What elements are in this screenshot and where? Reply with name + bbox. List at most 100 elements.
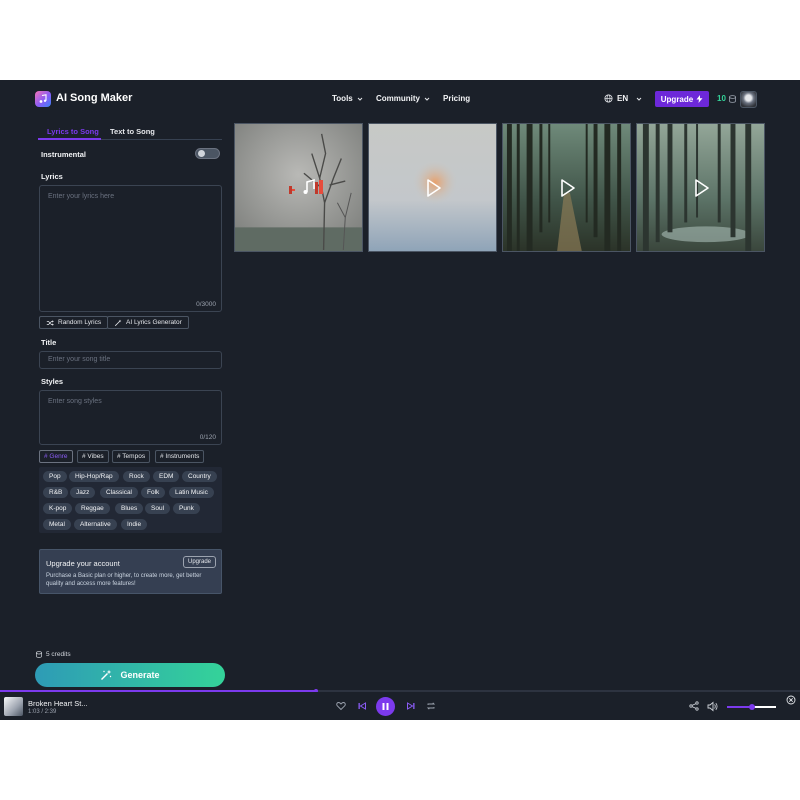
heart-icon[interactable] — [336, 701, 346, 711]
upsell-title: Upgrade your account — [46, 559, 120, 568]
generate-label: Generate — [120, 670, 160, 680]
nav-community[interactable]: Community — [376, 94, 430, 103]
equalizer-playing-icon — [288, 178, 323, 194]
logo-icon[interactable] — [35, 91, 51, 107]
language-label: EN — [617, 94, 629, 103]
style-tab-tempos[interactable]: # Tempos — [112, 450, 151, 463]
toggle-knob — [198, 150, 205, 157]
genre-chip[interactable]: Latin Music — [169, 487, 214, 498]
lyrics-input[interactable]: Enter your lyrics here 0/3000 — [39, 185, 222, 312]
volume-icon[interactable] — [707, 701, 718, 712]
styles-placeholder: Enter song styles — [48, 398, 102, 405]
style-tab-vibes[interactable]: # Vibes — [77, 450, 109, 463]
repeat-icon[interactable] — [426, 701, 436, 711]
style-tab-instruments[interactable]: # Instruments — [155, 450, 205, 463]
upgrade-account-card: Upgrade your account Upgrade Purchase a … — [39, 549, 222, 594]
nav-community-label: Community — [376, 94, 420, 103]
share-icon[interactable] — [689, 701, 699, 711]
previous-track-icon[interactable] — [357, 701, 367, 711]
upsell-description: Purchase a Basic plan or higher, to crea… — [46, 573, 202, 587]
nav-pricing-label: Pricing — [443, 94, 471, 103]
genre-chip[interactable]: Reggae — [75, 503, 110, 514]
nav-pricing[interactable]: Pricing — [443, 94, 470, 103]
genre-chip[interactable]: R&B — [43, 487, 69, 498]
tab-lyrics-to-song[interactable]: Lyrics to Song — [47, 127, 99, 136]
generate-button[interactable]: Generate — [35, 663, 225, 687]
brand-name[interactable]: AI Song Maker — [56, 92, 132, 104]
coins-icon — [36, 651, 42, 658]
song-thumbnail-forest-path[interactable] — [502, 123, 631, 252]
song-thumbnail-foggy-glow[interactable] — [368, 123, 497, 252]
chevron-down-icon — [357, 97, 363, 101]
chevron-down-icon — [424, 97, 430, 101]
nav-tools[interactable]: Tools — [332, 94, 363, 103]
title-placeholder: Enter your song title — [48, 356, 111, 363]
genre-chip[interactable]: Folk — [141, 487, 166, 498]
random-lyrics-button[interactable]: Random Lyrics — [39, 316, 109, 329]
bottom-player: Broken Heart St... 1:03 / 2:39 — [0, 692, 800, 720]
language-selector[interactable]: EN — [604, 94, 642, 103]
credits-counter[interactable]: 10 — [717, 94, 736, 103]
upsell-upgrade-button[interactable]: Upgrade — [183, 556, 216, 568]
genre-chip[interactable]: Blues — [115, 503, 144, 514]
genre-chip[interactable]: Indie — [121, 519, 148, 530]
shuffle-icon — [46, 319, 54, 326]
volume-slider[interactable] — [727, 704, 776, 710]
credits-count: 10 — [717, 94, 726, 103]
now-playing-title[interactable]: Broken Heart St... — [28, 699, 88, 708]
genre-chip[interactable]: Punk — [173, 503, 200, 514]
nav-tools-label: Tools — [332, 94, 353, 103]
ai-lyrics-label: AI Lyrics Generator — [126, 319, 182, 326]
random-lyrics-label: Random Lyrics — [58, 319, 102, 326]
play-icon — [694, 178, 709, 197]
volume-slider-fill — [727, 706, 752, 708]
title-input[interactable]: Enter your song title — [39, 351, 222, 369]
genre-chip[interactable]: Pop — [43, 471, 67, 482]
genre-chip[interactable]: Hip-Hop/Rap — [69, 471, 119, 482]
genre-chip[interactable]: Soul — [145, 503, 171, 514]
app-window: AI Song Maker Tools Community Pricing EN… — [0, 80, 800, 720]
ai-lyrics-generator-button[interactable]: AI Lyrics Generator — [107, 316, 189, 329]
song-thumbnail-forest-pond[interactable] — [636, 123, 765, 252]
genre-chip[interactable]: Classical — [100, 487, 139, 498]
lyrics-label: Lyrics — [41, 172, 63, 181]
upgrade-button[interactable]: Upgrade — [655, 91, 709, 107]
magic-wand-icon — [114, 319, 122, 326]
genre-chip[interactable]: Rock — [123, 471, 150, 482]
pause-icon — [382, 703, 389, 710]
song-thumbnail-bare-tree[interactable] — [234, 123, 363, 252]
close-player-icon[interactable] — [786, 695, 796, 705]
generation-cost: 5 credits — [36, 651, 71, 658]
style-tab-genre[interactable]: # Genre — [39, 450, 73, 463]
create-mode-tabs: Lyrics to Song Text to Song — [38, 125, 222, 140]
magic-wand-icon — [101, 669, 112, 680]
styles-char-counter: 0/120 — [199, 434, 216, 441]
upgrade-button-label: Upgrade — [660, 94, 694, 104]
genre-chip[interactable]: Country — [182, 471, 217, 482]
styles-input[interactable]: Enter song styles 0/120 — [39, 390, 222, 445]
now-playing-cover[interactable] — [4, 697, 23, 716]
tab-text-to-song[interactable]: Text to Song — [110, 127, 155, 136]
active-tab-indicator — [38, 138, 101, 140]
genre-chip[interactable]: K-pop — [43, 503, 73, 514]
top-header: AI Song Maker Tools Community Pricing EN… — [0, 80, 800, 118]
genre-chip[interactable]: Jazz — [70, 487, 96, 498]
pause-button[interactable] — [376, 697, 395, 716]
lyrics-char-counter: 0/3000 — [196, 301, 216, 308]
lightning-icon — [696, 95, 703, 103]
genre-chip-panel: Pop Hip-Hop/Rap Rock EDM Country R&B Jaz… — [39, 467, 222, 533]
volume-slider-handle[interactable] — [748, 704, 755, 710]
next-track-icon[interactable] — [406, 701, 416, 711]
genre-chip[interactable]: EDM — [153, 471, 180, 482]
now-playing-time: 1:03 / 2:39 — [28, 709, 57, 715]
instrumental-toggle[interactable] — [195, 148, 220, 159]
user-avatar[interactable] — [740, 91, 757, 108]
globe-icon — [604, 94, 613, 103]
play-icon — [560, 178, 575, 197]
genre-chip[interactable]: Alternative — [74, 519, 117, 530]
chevron-down-icon — [636, 97, 642, 101]
play-icon — [426, 178, 441, 197]
instrumental-label: Instrumental — [41, 150, 87, 159]
credits-note: 5 credits — [46, 651, 71, 658]
genre-chip[interactable]: Metal — [43, 519, 71, 530]
